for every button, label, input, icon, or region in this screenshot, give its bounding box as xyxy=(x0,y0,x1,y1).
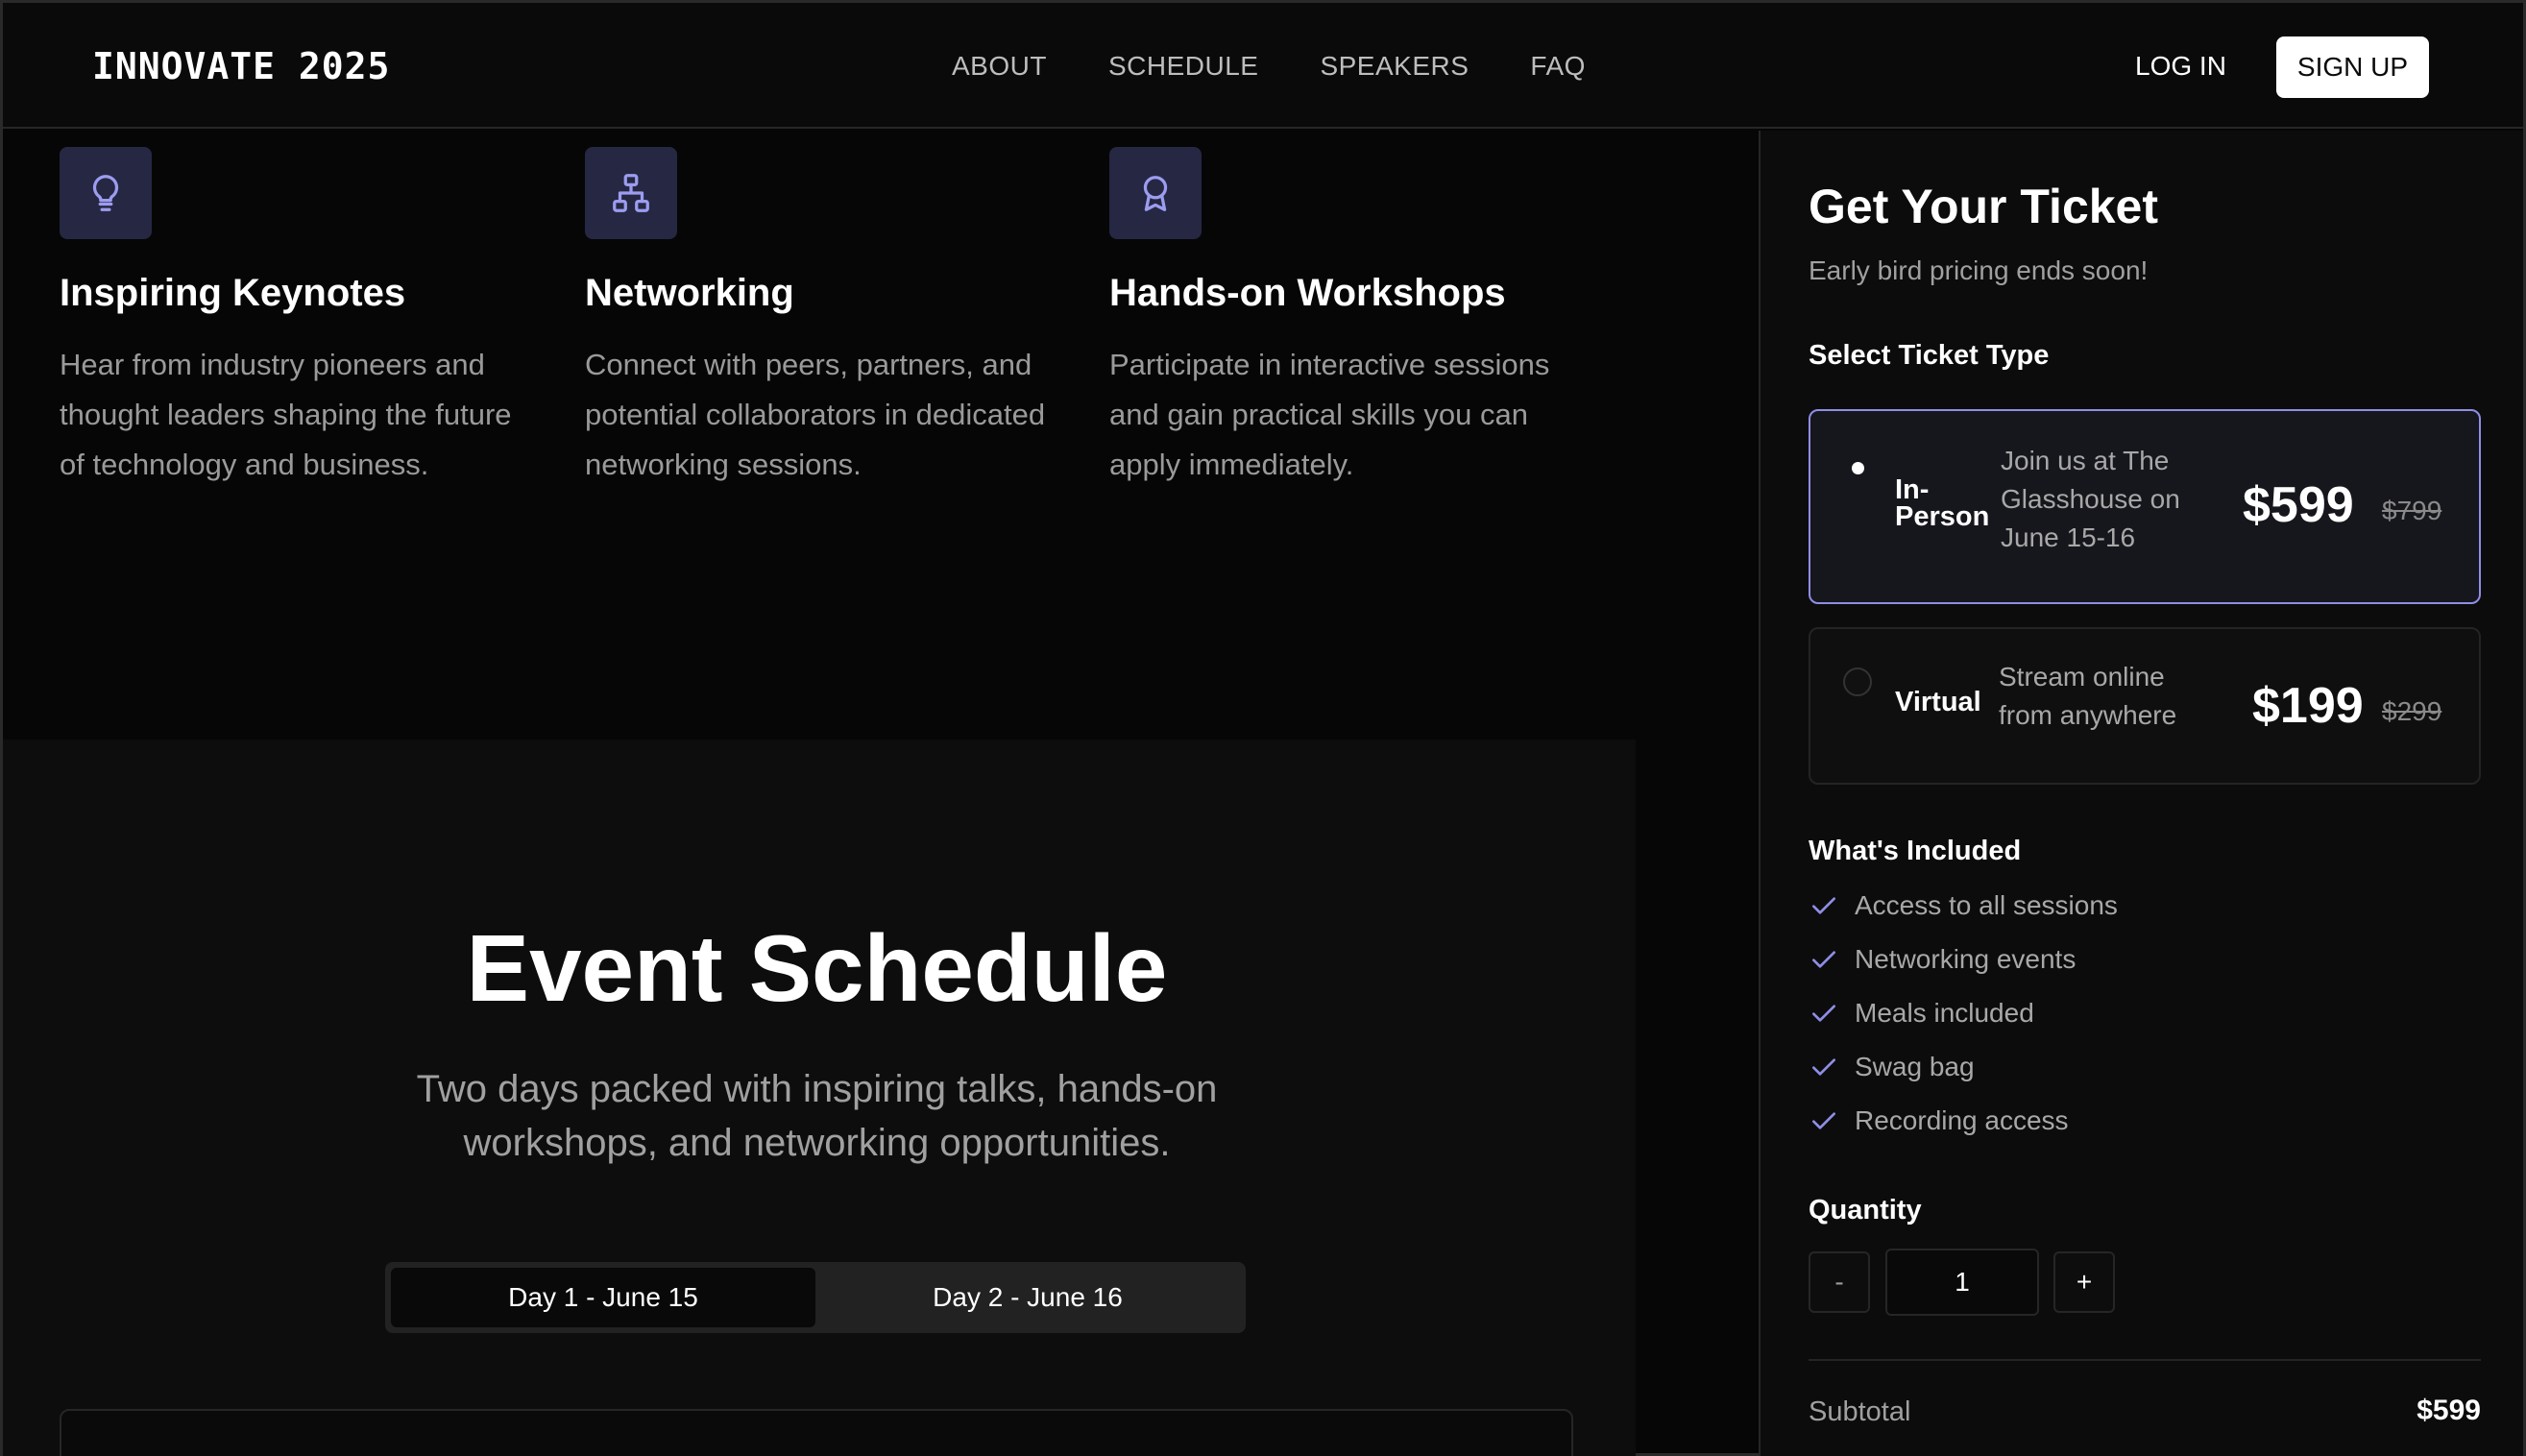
included-item-label: Access to all sessions xyxy=(1855,890,2118,920)
included-item: Swag bag xyxy=(1809,1052,1975,1082)
tab-day-1[interactable]: Day 1 - June 15 xyxy=(391,1268,815,1327)
subtotal-label: Subtotal xyxy=(1809,1396,1911,1427)
nav-link-speakers[interactable]: SPEAKERS xyxy=(1320,51,1469,82)
ticket-panel: Get Your Ticket Early bird pricing ends … xyxy=(1759,131,2523,1456)
ticket-option-in-person[interactable]: In-Person Join us at The Glasshouse on J… xyxy=(1809,409,2481,604)
included-item: Meals included xyxy=(1809,998,2034,1029)
nav-links: ABOUT SCHEDULE SPEAKERS FAQ xyxy=(952,51,1586,82)
signup-button[interactable]: SIGN UP xyxy=(2276,36,2429,98)
check-icon xyxy=(1812,1058,1835,1076)
check-icon xyxy=(1812,1112,1835,1129)
included-item-label: Meals included xyxy=(1855,998,2034,1028)
ticket-name: In-Person xyxy=(1895,474,1990,532)
included-label: What's Included xyxy=(1809,836,2022,866)
feature-text: Hear from industry pioneers and thought … xyxy=(60,348,512,481)
login-link[interactable]: LOG IN xyxy=(2135,51,2226,82)
included-item-label: Swag bag xyxy=(1855,1052,1975,1081)
feature-text: Connect with peers, partners, and potent… xyxy=(585,348,1046,481)
radio-in-person[interactable] xyxy=(1843,453,1872,482)
quantity-input[interactable]: 1 xyxy=(1885,1249,2039,1316)
nav-link-about[interactable]: ABOUT xyxy=(952,51,1047,82)
lightbulb-icon xyxy=(60,147,152,239)
feature-networking: Networking Connect with peers, partners,… xyxy=(585,147,1065,490)
feature-title: Networking xyxy=(585,272,794,314)
ticket-old-price: $799 xyxy=(2382,496,2442,525)
feature-keynotes: Inspiring Keynotes Hear from industry pi… xyxy=(60,147,540,490)
feature-title: Hands-on Workshops xyxy=(1109,272,1506,314)
feature-workshops: Hands-on Workshops Participate in intera… xyxy=(1109,147,1590,490)
schedule-title: Event Schedule xyxy=(466,915,1168,1021)
included-item: Recording access xyxy=(1809,1105,2069,1136)
page: INNOVATE 2025 ABOUT SCHEDULE SPEAKERS FA… xyxy=(0,0,2526,1456)
logo[interactable]: INNOVATE 2025 xyxy=(92,45,390,87)
ticket-desc: Stream online from anywhere xyxy=(1999,662,2177,730)
award-icon xyxy=(1109,147,1202,239)
feature-text: Participate in interactive sessions and … xyxy=(1109,348,1550,481)
tab-day-2[interactable]: Day 2 - June 16 xyxy=(815,1268,1240,1327)
top-nav: INNOVATE 2025 ABOUT SCHEDULE SPEAKERS FA… xyxy=(3,3,2523,129)
ticket-name: Virtual xyxy=(1895,687,1981,717)
schedule-card xyxy=(60,1409,1573,1456)
subtotal-value: $599 xyxy=(2417,1395,2481,1426)
check-icon xyxy=(1812,897,1835,914)
schedule-subtitle: Two days packed with inspiring talks, ha… xyxy=(416,1068,1218,1164)
network-icon xyxy=(585,147,677,239)
ticket-option-virtual[interactable]: Virtual Stream online from anywhere $199… xyxy=(1809,627,2481,785)
divider xyxy=(1809,1359,2481,1361)
select-ticket-label: Select Ticket Type xyxy=(1809,340,2050,371)
quantity-label: Quantity xyxy=(1809,1195,1922,1225)
ticket-desc: Join us at The Glasshouse on June 15-16 xyxy=(2001,446,2180,552)
feature-title: Inspiring Keynotes xyxy=(60,272,406,314)
ticket-panel-title: Get Your Ticket xyxy=(1809,180,2159,233)
ticket-panel-subtitle: Early bird pricing ends soon! xyxy=(1809,255,2149,285)
radio-virtual[interactable] xyxy=(1843,667,1872,696)
included-item: Networking events xyxy=(1809,944,2076,975)
nav-link-faq[interactable]: FAQ xyxy=(1530,51,1586,82)
included-item-label: Recording access xyxy=(1855,1105,2069,1135)
nav-link-schedule[interactable]: SCHEDULE xyxy=(1108,51,1258,82)
ticket-price: $199 xyxy=(2252,678,2364,734)
ticket-price: $599 xyxy=(2243,477,2354,533)
schedule-section: Event Schedule Two days packed with insp… xyxy=(3,740,1636,1456)
included-item: Access to all sessions xyxy=(1809,890,2118,921)
included-item-label: Networking events xyxy=(1855,944,2077,974)
quantity-increment-button[interactable]: + xyxy=(2053,1251,2115,1313)
day-tabs: Day 1 - June 15 Day 2 - June 16 xyxy=(385,1262,1246,1333)
ticket-old-price: $299 xyxy=(2382,696,2442,726)
check-icon xyxy=(1812,951,1835,968)
quantity-decrement-button[interactable]: - xyxy=(1809,1251,1870,1313)
check-icon xyxy=(1812,1005,1835,1022)
